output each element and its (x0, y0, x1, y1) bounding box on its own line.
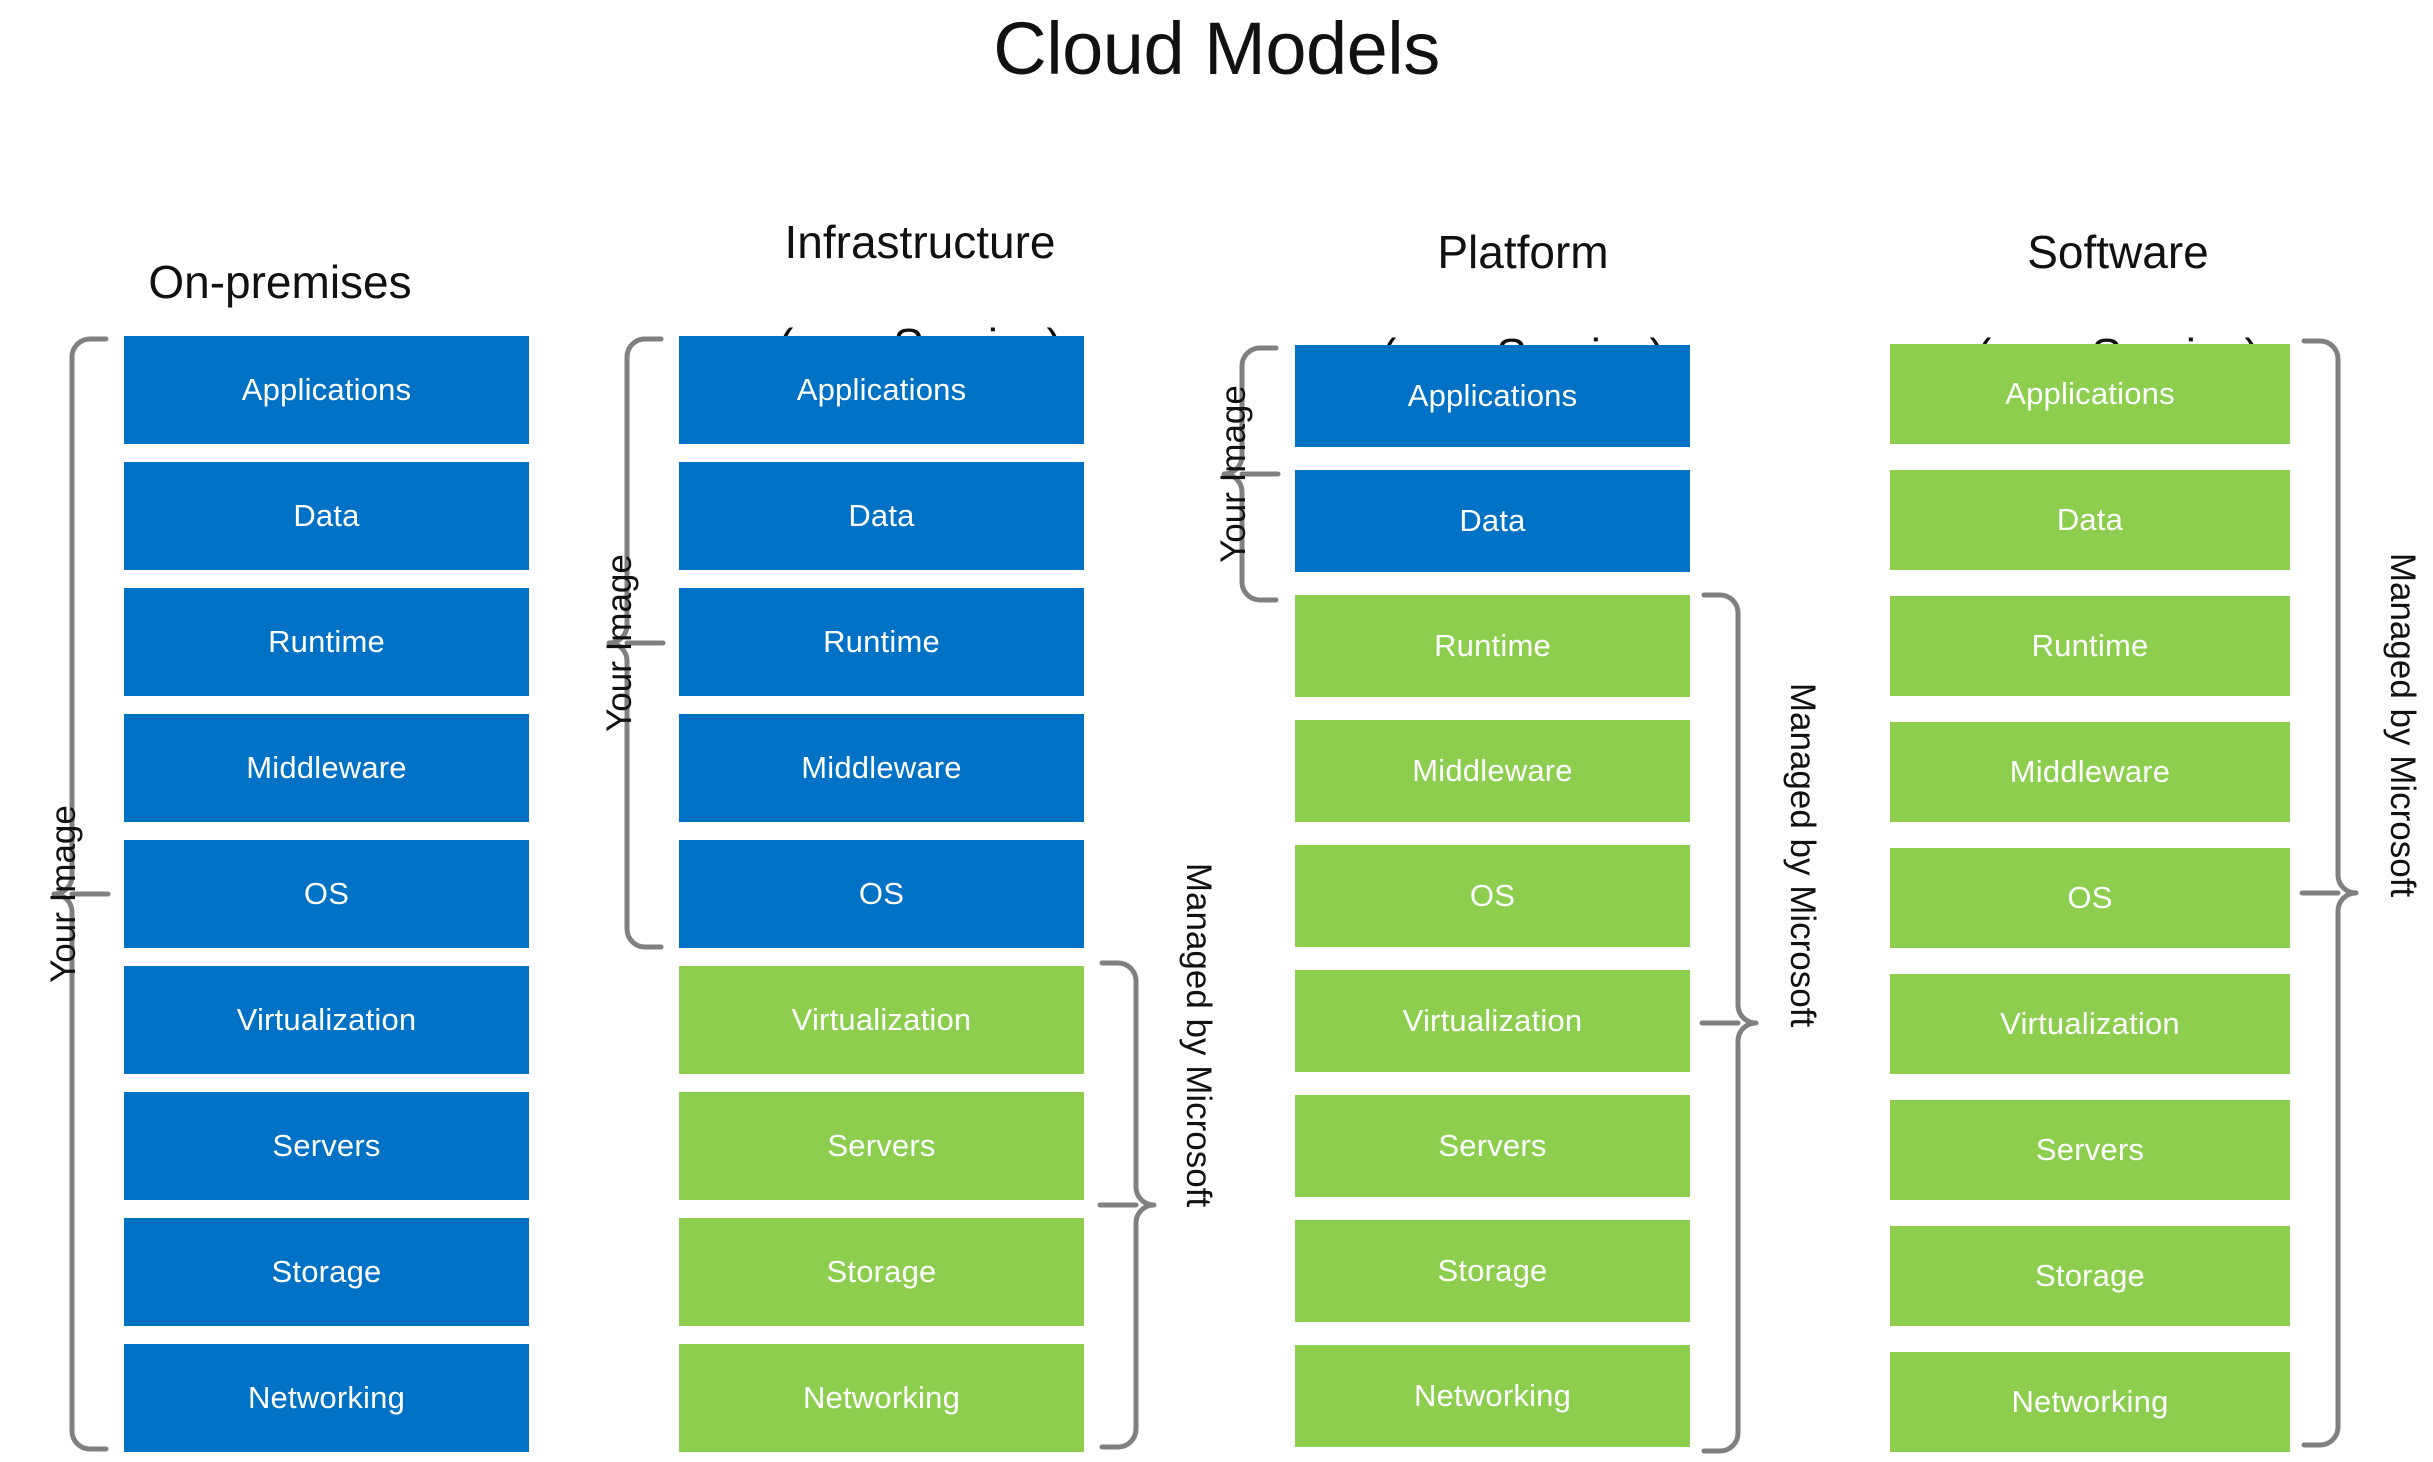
stack-platform: Applications Data Runtime Middleware OS … (1295, 345, 1690, 1455)
layer-block[interactable]: Middleware (1890, 722, 2290, 822)
layer-block[interactable]: Servers (124, 1092, 529, 1200)
layer-block[interactable]: Runtime (1295, 595, 1690, 697)
cloud-models-diagram: Cloud Models On-premises Applications Da… (0, 0, 2433, 1462)
brace-label-provider-software: Managed by Microsoft (2383, 552, 2422, 898)
layer-label: OS (1469, 878, 1516, 913)
layer-block[interactable]: Applications (1295, 345, 1690, 447)
layer-label: Data (848, 498, 915, 533)
layer-block[interactable]: Networking (124, 1344, 529, 1452)
layer-label: Middleware (1412, 753, 1573, 788)
layer-block[interactable]: Virtualization (679, 966, 1084, 1074)
brace-provider-infrastructure (1097, 960, 1157, 1450)
layer-block[interactable]: Middleware (1295, 720, 1690, 822)
layer-block[interactable]: Runtime (1890, 596, 2290, 696)
column-header-line1: Software (2027, 225, 2209, 278)
layer-label: Runtime (2031, 628, 2149, 663)
layer-label: Virtualization (236, 1002, 417, 1037)
layer-block[interactable]: Servers (679, 1092, 1084, 1200)
layer-block[interactable]: Networking (1890, 1352, 2290, 1452)
layer-label: Networking (802, 1380, 961, 1415)
brace-provider-software (2299, 338, 2359, 1448)
layer-label: Virtualization (2000, 1006, 2180, 1041)
page-title: Cloud Models (993, 7, 1440, 90)
layer-block[interactable]: Virtualization (124, 966, 529, 1074)
layer-block[interactable]: OS (124, 840, 529, 948)
layer-block[interactable]: Runtime (679, 588, 1084, 696)
layer-label: Networking (247, 1380, 406, 1415)
layer-block[interactable]: OS (1890, 848, 2290, 948)
brace-provider-platform (1699, 592, 1759, 1454)
layer-label: Servers (827, 1128, 936, 1163)
layer-label: Servers (1438, 1128, 1547, 1163)
layer-label: Runtime (1434, 628, 1551, 663)
layer-label: Servers (272, 1128, 381, 1163)
layer-block[interactable]: Virtualization (1295, 970, 1690, 1072)
layer-label: OS (2067, 880, 2113, 915)
layer-block[interactable]: Servers (1295, 1095, 1690, 1197)
layer-block[interactable]: Middleware (679, 714, 1084, 822)
layer-block[interactable]: Applications (1890, 344, 2290, 444)
brace-label-customer-infrastructure: Your Image (600, 554, 639, 732)
layer-block[interactable]: Data (1295, 470, 1690, 572)
layer-label: Middleware (2009, 754, 2171, 789)
layer-block[interactable]: Data (679, 462, 1084, 570)
layer-label: Data (293, 498, 360, 533)
layer-label: Applications (241, 372, 412, 407)
layer-label: Storage (826, 1254, 937, 1289)
layer-block[interactable]: Storage (1890, 1226, 2290, 1326)
layer-block[interactable]: Middleware (124, 714, 529, 822)
layer-label: Applications (1407, 378, 1578, 413)
layer-block[interactable]: Virtualization (1890, 974, 2290, 1074)
layer-label: Middleware (246, 750, 407, 785)
column-header-line1: Platform (1437, 225, 1609, 278)
stack-on-premises: Applications Data Runtime Middleware OS … (124, 336, 529, 1452)
layer-label: Runtime (823, 624, 940, 659)
layer-label: OS (303, 876, 350, 911)
brace-label-provider-platform: Managed by Microsoft (1783, 682, 1822, 1028)
layer-label: OS (858, 876, 905, 911)
stack-software: Applications Data Runtime Middleware OS … (1890, 344, 2290, 1452)
layer-block[interactable]: Servers (1890, 1100, 2290, 1200)
layer-label: Data (1459, 503, 1526, 538)
layer-label: Storage (2035, 1258, 2145, 1293)
layer-label: Virtualization (1402, 1003, 1583, 1038)
layer-block[interactable]: Storage (679, 1218, 1084, 1326)
layer-label: Networking (2011, 1384, 2169, 1419)
layer-block[interactable]: Storage (124, 1218, 529, 1326)
layer-label: Middleware (801, 750, 962, 785)
brace-label-customer-platform: Your Image (1214, 385, 1253, 563)
layer-block[interactable]: Applications (124, 336, 529, 444)
layer-block[interactable]: Runtime (124, 588, 529, 696)
layer-block[interactable]: Applications (679, 336, 1084, 444)
brace-label-customer-on-premises: Your Image (44, 805, 83, 983)
stack-infrastructure: Applications Data Runtime Middleware OS … (679, 336, 1084, 1452)
brace-label-provider-infrastructure: Managed by Microsoft (1179, 862, 1218, 1208)
layer-label: Storage (271, 1254, 382, 1289)
layer-label: Data (2056, 502, 2124, 537)
layer-label: Applications (2005, 376, 2175, 411)
layer-block[interactable]: OS (679, 840, 1084, 948)
layer-label: Networking (1413, 1378, 1572, 1413)
layer-label: Virtualization (791, 1002, 972, 1037)
layer-block[interactable]: Networking (679, 1344, 1084, 1452)
layer-label: Storage (1437, 1253, 1548, 1288)
layer-block[interactable]: Storage (1295, 1220, 1690, 1322)
layer-block[interactable]: OS (1295, 845, 1690, 947)
layer-label: Servers (2035, 1132, 2145, 1167)
layer-label: Applications (796, 372, 967, 407)
column-header-line1: Infrastructure (784, 215, 1056, 268)
column-header-line1: On-premises (148, 255, 412, 308)
layer-label: Runtime (268, 624, 385, 659)
layer-block[interactable]: Data (1890, 470, 2290, 570)
layer-block[interactable]: Data (124, 462, 529, 570)
layer-block[interactable]: Networking (1295, 1345, 1690, 1447)
